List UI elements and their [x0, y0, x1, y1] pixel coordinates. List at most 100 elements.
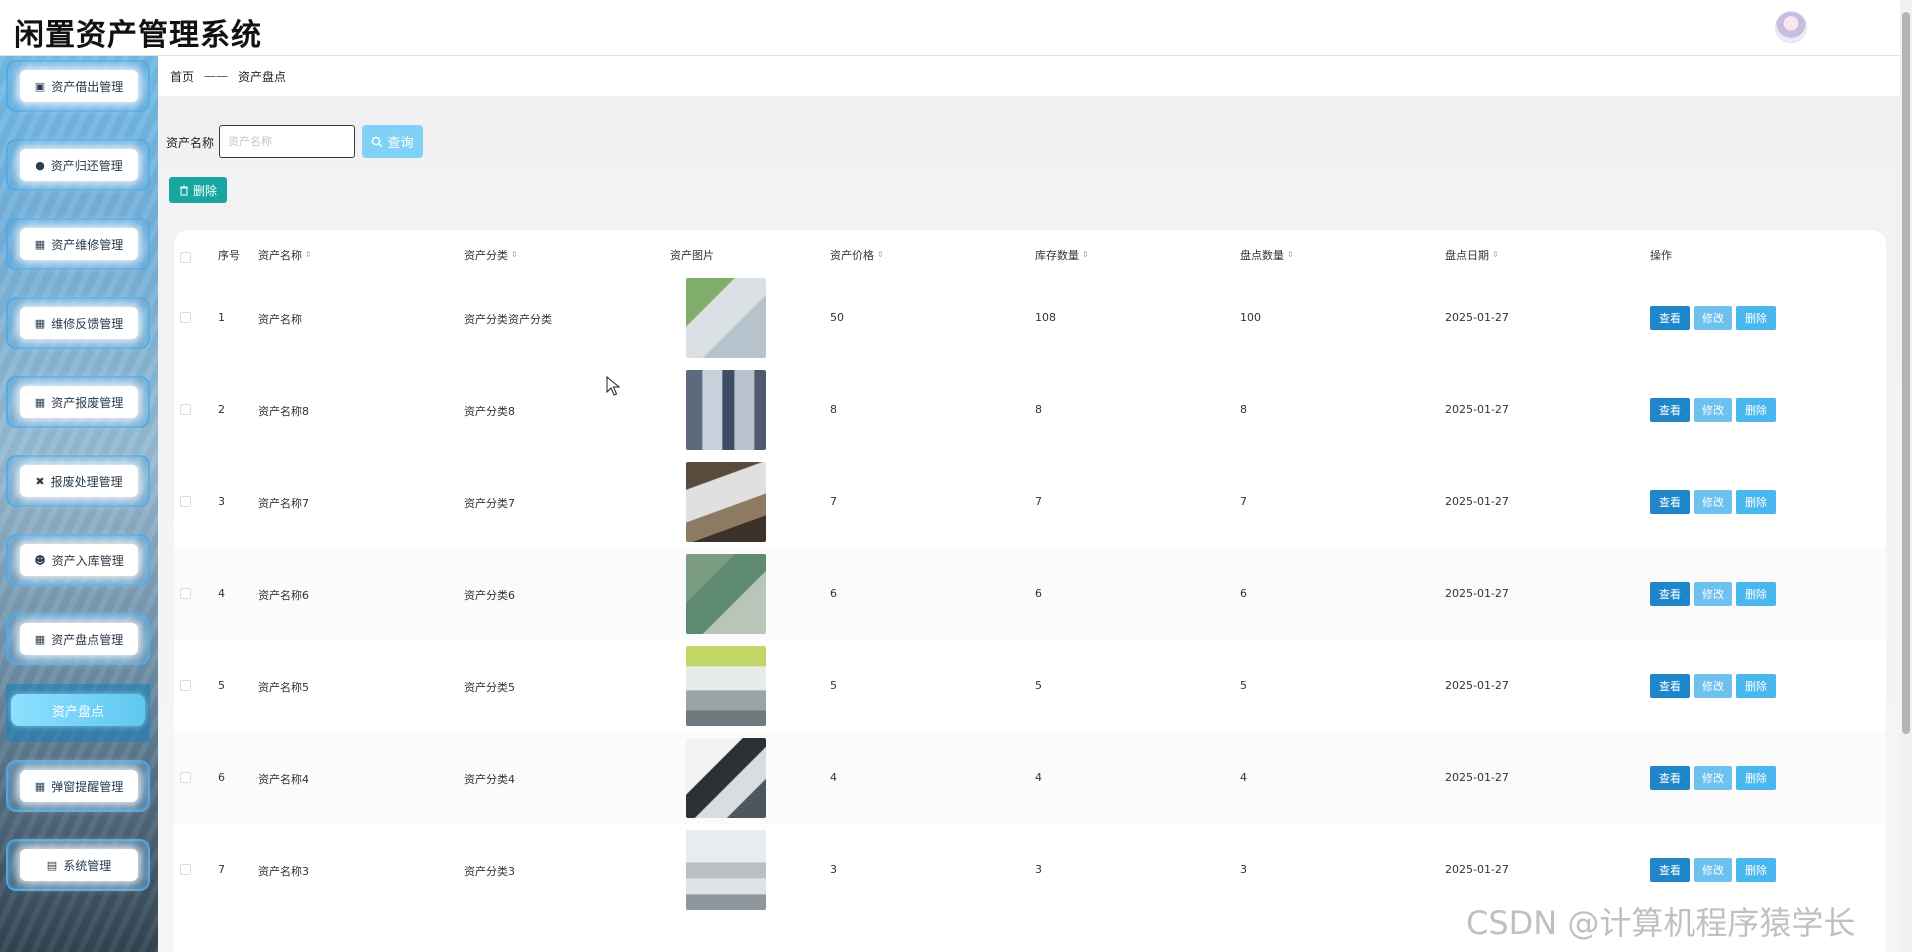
- sidebar-item-label: 资产借出管理: [51, 79, 124, 94]
- cell-index: 6: [218, 771, 225, 784]
- view-button[interactable]: 查看: [1650, 858, 1690, 882]
- sidebar-item-scrap-handling[interactable]: ✖ 报废处理管理: [6, 455, 150, 507]
- sidebar-item-label: 系统管理: [63, 858, 112, 873]
- column-header-stock[interactable]: 库存数量 ⇕: [1035, 246, 1089, 264]
- sidebar-item-asset-storage[interactable]: ☻ 资产入库管理: [6, 534, 150, 586]
- mouse-cursor-icon: [606, 376, 620, 396]
- cell-price: 6: [830, 587, 837, 600]
- sidebar-item-asset-repair[interactable]: ▦ 资产维修管理: [6, 218, 150, 270]
- cell-price: 8: [830, 403, 837, 416]
- delete-button[interactable]: 删除: [1736, 674, 1776, 698]
- sort-icon: ⇕: [1287, 250, 1294, 259]
- submenu-item-inventory[interactable]: 资产盘点: [11, 694, 145, 726]
- cell-date: 2025-01-27: [1445, 863, 1509, 876]
- breadcrumb-current: 资产盘点: [238, 69, 287, 84]
- batch-delete-button[interactable]: 删除: [169, 177, 227, 203]
- sidebar-item-system-management[interactable]: ▤ 系统管理: [6, 839, 150, 891]
- search-button[interactable]: 查询: [362, 125, 423, 158]
- sidebar-item-asset-lending[interactable]: ▣ 资产借出管理: [6, 60, 150, 112]
- delete-button[interactable]: 删除: [1736, 858, 1776, 882]
- grid-icon: ▦: [34, 395, 46, 409]
- edit-button[interactable]: 修改: [1694, 306, 1732, 330]
- asset-image[interactable]: [686, 370, 766, 450]
- search-input[interactable]: [219, 125, 355, 158]
- edit-button[interactable]: 修改: [1694, 490, 1732, 514]
- edit-button[interactable]: 修改: [1694, 858, 1732, 882]
- row-checkbox[interactable]: [180, 312, 191, 323]
- page-scrollbar[interactable]: [1900, 0, 1912, 952]
- data-table: 序号 资产名称 ⇕ 资产分类 ⇕ 资产图片 资产价格 ⇕ 库存数量 ⇕ 盘点数量 ⇕ 盘点…: [174, 230, 1886, 952]
- trash-icon: [179, 185, 188, 195]
- column-header-category[interactable]: 资产分类 ⇕: [464, 246, 518, 264]
- cell-counted: 3: [1240, 863, 1247, 876]
- grid-icon: ▦: [34, 316, 46, 330]
- cell-name: 资产名称3: [258, 865, 309, 878]
- cell-stock: 4: [1035, 771, 1042, 784]
- asset-image[interactable]: [686, 462, 766, 542]
- table-row: 2 资产名称8 资产分类8 8 8 8 2025-01-27 查看 修改 删除: [174, 364, 1886, 456]
- sidebar-item-asset-scrap[interactable]: ▦ 资产报废管理: [6, 376, 150, 428]
- submenu-panel: 资产盘点: [6, 684, 150, 742]
- app-title: 闲置资产管理系统: [14, 18, 262, 53]
- anime-avatar-icon[interactable]: [1775, 11, 1807, 43]
- cell-date: 2025-01-27: [1445, 679, 1509, 692]
- sidebar-item-repair-feedback[interactable]: ▦ 维修反馈管理: [6, 297, 150, 349]
- ticket-icon: ✖: [35, 474, 45, 488]
- sort-icon: ⇕: [1082, 250, 1089, 259]
- cell-price: 3: [830, 863, 837, 876]
- cell-category: 资产分类4: [464, 773, 515, 786]
- row-checkbox[interactable]: [180, 680, 191, 691]
- edit-button[interactable]: 修改: [1694, 582, 1732, 606]
- edit-button[interactable]: 修改: [1694, 398, 1732, 422]
- asset-image[interactable]: [686, 738, 766, 818]
- select-all-checkbox[interactable]: [180, 252, 191, 263]
- row-checkbox[interactable]: [180, 588, 191, 599]
- grid-icon: ▦: [34, 632, 46, 646]
- sidebar-item-label: 资产维修管理: [51, 237, 124, 252]
- row-checkbox[interactable]: [180, 404, 191, 415]
- delete-button[interactable]: 删除: [1736, 306, 1776, 330]
- cell-index: 5: [218, 679, 225, 692]
- asset-image[interactable]: [686, 554, 766, 634]
- row-checkbox[interactable]: [180, 496, 191, 507]
- sidebar-item-label: 资产归还管理: [50, 158, 123, 173]
- sidebar-item-asset-return[interactable]: ● 资产归还管理: [6, 139, 150, 191]
- edit-button[interactable]: 修改: [1694, 766, 1732, 790]
- view-button[interactable]: 查看: [1650, 674, 1690, 698]
- view-button[interactable]: 查看: [1650, 398, 1690, 422]
- main-content: 资产名称 查询 删除 序号 资产名称⇕ 资产分类⇕ 资产图片 资产价格⇕ 库存数…: [158, 96, 1900, 952]
- row-checkbox[interactable]: [180, 772, 191, 783]
- column-header-date[interactable]: 盘点日期 ⇕: [1445, 246, 1499, 264]
- view-button[interactable]: 查看: [1650, 766, 1690, 790]
- asset-image[interactable]: [686, 278, 766, 358]
- delete-button[interactable]: 删除: [1736, 398, 1776, 422]
- column-header-counted[interactable]: 盘点数量 ⇕: [1240, 246, 1294, 264]
- delete-button[interactable]: 删除: [1736, 490, 1776, 514]
- column-header-name[interactable]: 资产名称 ⇕: [258, 246, 312, 264]
- sidebar: ▣ 资产借出管理 ● 资产归还管理 ▦ 资产维修管理 ▦ 维修反馈管理 ▦ 资产报废管理 …: [0, 56, 158, 952]
- view-button[interactable]: 查看: [1650, 490, 1690, 514]
- user-icon: ☻: [34, 553, 46, 567]
- sidebar-item-popup-reminder[interactable]: ▦ 弹窗提醒管理: [6, 760, 150, 812]
- edit-button[interactable]: 修改: [1694, 674, 1732, 698]
- asset-image[interactable]: [686, 646, 766, 726]
- delete-button[interactable]: 删除: [1736, 582, 1776, 606]
- breadcrumb-separator: ——: [204, 69, 229, 83]
- delete-button[interactable]: 删除: [1736, 766, 1776, 790]
- column-header-price[interactable]: 资产价格 ⇕: [830, 246, 884, 264]
- view-button[interactable]: 查看: [1650, 306, 1690, 330]
- breadcrumb-home[interactable]: 首页: [170, 68, 194, 85]
- cell-price: 5: [830, 679, 837, 692]
- view-button[interactable]: 查看: [1650, 582, 1690, 606]
- briefcase-icon: ▣: [34, 79, 46, 93]
- asset-image[interactable]: [686, 830, 766, 910]
- scrollbar-thumb[interactable]: [1902, 12, 1910, 734]
- sidebar-item-asset-inventory[interactable]: ▦ 资产盘点管理: [6, 613, 150, 665]
- row-checkbox[interactable]: [180, 864, 191, 875]
- cell-index: 1: [218, 311, 225, 324]
- cell-stock: 108: [1035, 311, 1056, 324]
- cell-counted: 4: [1240, 771, 1247, 784]
- search-icon: [372, 136, 383, 147]
- cell-category: 资产分类5: [464, 681, 515, 694]
- search-button-label: 查询: [387, 136, 414, 151]
